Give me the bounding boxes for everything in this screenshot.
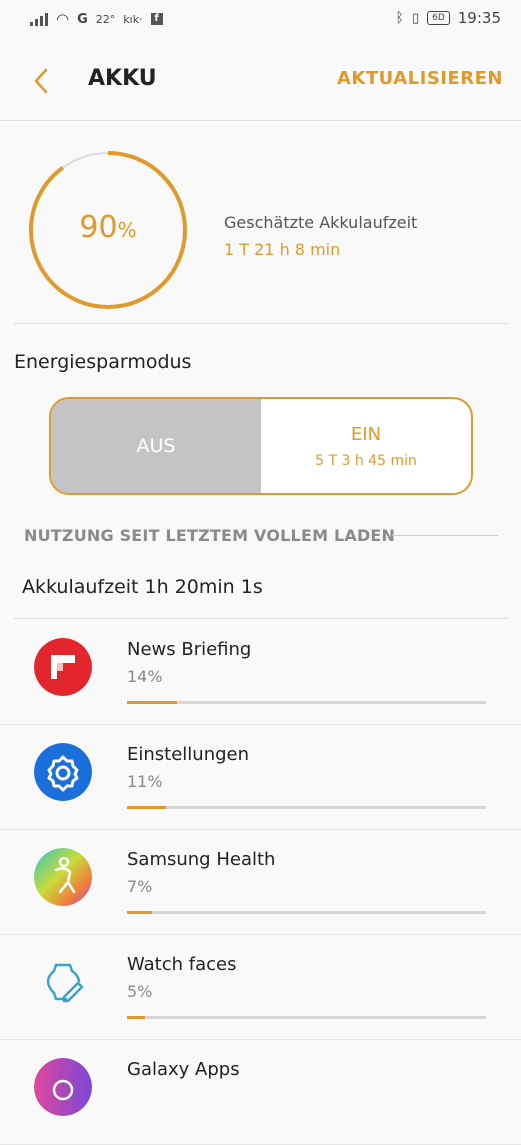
- usage-bar: [127, 1016, 486, 1019]
- watch-face-icon: [46, 963, 84, 1003]
- app-percent: 14%: [127, 667, 163, 686]
- status-right: ᛒ ▯ 6D 19:35: [396, 9, 501, 27]
- power-saving-off-option[interactable]: AUS: [51, 399, 261, 493]
- usage-bar-fill: [127, 701, 178, 704]
- divider: [14, 323, 507, 324]
- app-name: Einstellungen: [127, 744, 250, 765]
- app-percent: 11%: [127, 772, 163, 791]
- battery-icon: 6D: [427, 11, 450, 25]
- refresh-button[interactable]: AKTUALISIEREN: [337, 68, 503, 89]
- vibrate-icon: ▯: [411, 10, 420, 26]
- app-name: Galaxy Apps: [127, 1059, 240, 1080]
- battery-percent: 90%: [28, 210, 188, 245]
- app-percent: 7%: [127, 877, 153, 896]
- app-row-samsung-health[interactable]: Samsung Health 7%: [0, 829, 521, 935]
- app-percent: 5%: [127, 982, 153, 1001]
- battery-percent-unit: %: [117, 218, 137, 242]
- usage-section-header: NUTZUNG SEIT LETZTEM VOLLEM LADEN: [24, 526, 396, 545]
- battery-percent-value: 90: [79, 210, 118, 245]
- usage-bar: [127, 806, 486, 809]
- estimate-label: Geschätzte Akkulaufzeit: [224, 213, 418, 232]
- usage-header-line: [392, 535, 498, 536]
- usage-bar: [127, 911, 486, 914]
- app-row-einstellungen[interactable]: Einstellungen 11%: [0, 724, 521, 830]
- galaxy-apps-icon: [34, 1058, 92, 1116]
- app-name: Watch faces: [127, 954, 237, 975]
- app-name: News Briefing: [127, 639, 252, 660]
- header: AKKU AKTUALISIEREN: [0, 40, 521, 121]
- temperature: 22°: [95, 12, 116, 26]
- flipboard-icon: [34, 638, 92, 696]
- signal-icon: [30, 12, 48, 26]
- battery-runtime: Akkulaufzeit 1h 20min 1s: [22, 576, 263, 598]
- samsung-health-icon: [34, 848, 92, 906]
- usage-bar-fill: [127, 911, 153, 914]
- power-saving-on-option[interactable]: EIN 5 T 3 h 45 min: [261, 399, 471, 493]
- usage-bar-fill: [127, 806, 167, 809]
- usage-bar-fill: [127, 1016, 145, 1019]
- bluetooth-icon: ᛒ: [395, 10, 404, 26]
- off-label: AUS: [136, 435, 176, 457]
- on-label: EIN: [350, 423, 382, 445]
- app-row-galaxy-apps[interactable]: Galaxy Apps: [0, 1039, 521, 1145]
- app-row-watch-faces[interactable]: Watch faces 5%: [0, 934, 521, 1040]
- app-row-news-briefing[interactable]: News Briefing 14%: [0, 619, 521, 725]
- back-button[interactable]: [30, 66, 52, 96]
- status-bar: ◠ G 22° kık· f ᛒ ▯ 6D 19:35: [0, 0, 521, 40]
- on-estimate: 5 T 3 h 45 min: [315, 452, 417, 469]
- settings-gear-icon: [34, 743, 92, 801]
- wifi-icon: ◠: [56, 10, 70, 28]
- clock: 19:35: [457, 9, 501, 27]
- app-name: Samsung Health: [127, 849, 276, 870]
- carrier-text: kık·: [123, 12, 143, 26]
- power-saving-title: Energiesparmodus: [14, 351, 192, 373]
- usage-bar: [127, 701, 486, 704]
- g-icon: G: [77, 11, 88, 27]
- chevron-left-icon: [34, 68, 48, 94]
- status-left: ◠ G 22° kık· f: [30, 10, 163, 28]
- facebook-icon: f: [150, 13, 163, 25]
- page-title: AKKU: [88, 66, 157, 91]
- power-saving-toggle[interactable]: AUS EIN 5 T 3 h 45 min: [49, 397, 473, 495]
- estimate-value: 1 T 21 h 8 min: [224, 240, 341, 259]
